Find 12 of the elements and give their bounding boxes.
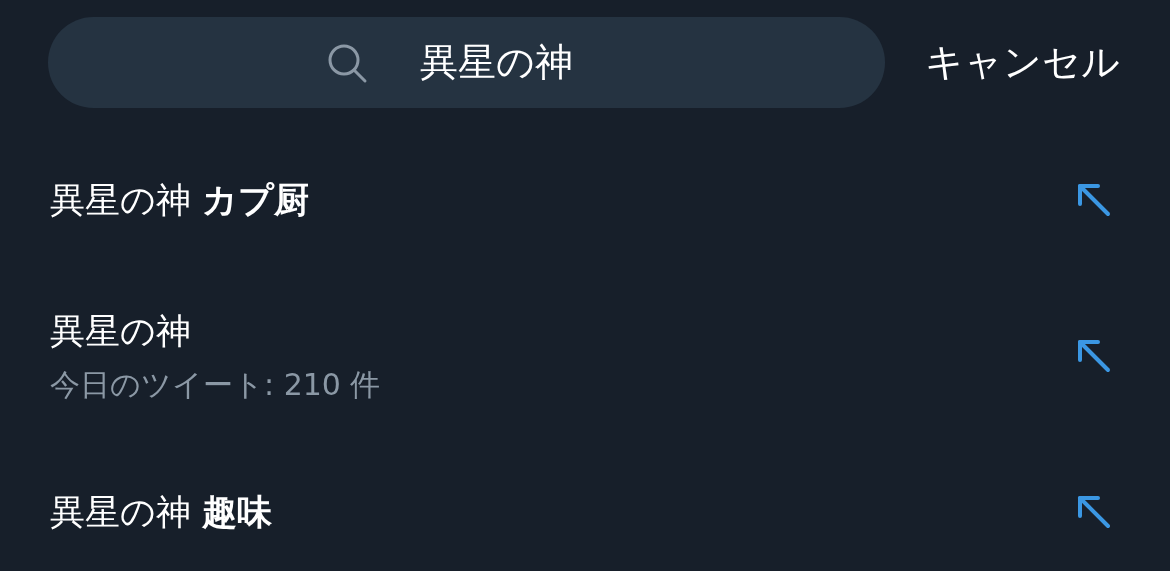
search-field[interactable]: 異星の神 — [48, 17, 885, 108]
suggestion-row[interactable]: 異星の神 カプ厨 — [0, 122, 1170, 278]
arrow-up-left-icon[interactable] — [1076, 182, 1112, 218]
suggestion-row[interactable]: 異星の神 今日のツイート: 210 件 — [0, 278, 1170, 434]
arrow-up-left-icon[interactable] — [1076, 338, 1112, 374]
suggestion-text: 異星の神 カプ厨 — [50, 178, 310, 222]
cancel-button[interactable]: キャンセル — [925, 34, 1120, 91]
suggestion-text: 異星の神 — [50, 310, 192, 354]
arrow-up-left-icon[interactable] — [1076, 494, 1112, 530]
suggestion-row[interactable]: 異星の神 趣味 — [0, 434, 1170, 571]
suggestion-text: 異星の神 趣味 — [50, 490, 273, 534]
tweet-count: 今日のツイート: 210 件 — [50, 365, 381, 404]
